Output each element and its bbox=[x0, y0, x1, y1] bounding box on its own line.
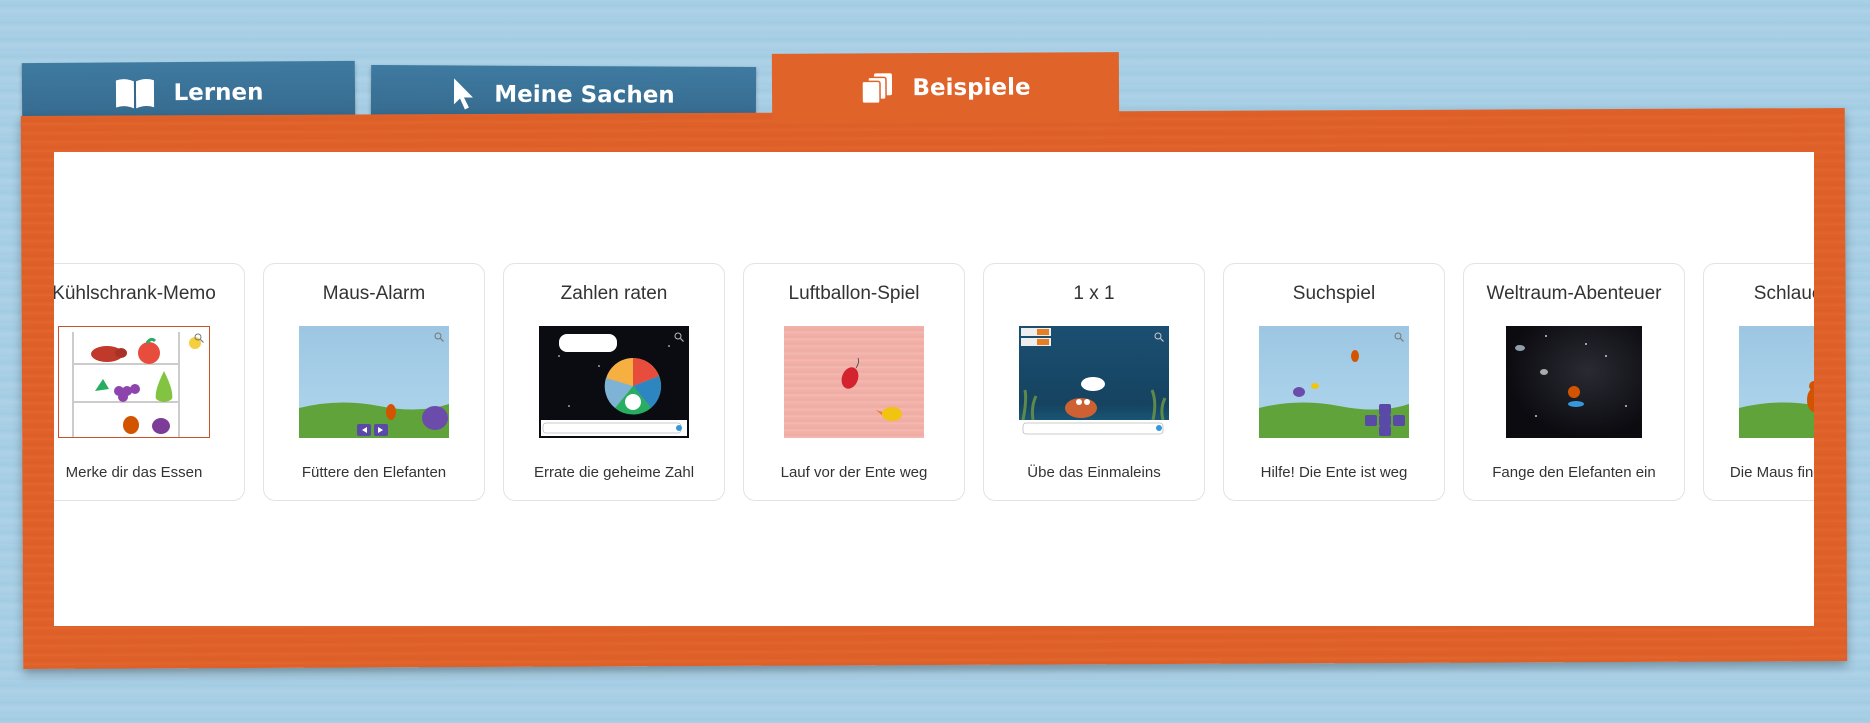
tab-label: Lernen bbox=[173, 79, 264, 107]
example-title: Luftballon-Spiel bbox=[788, 283, 920, 304]
example-title: Suchspiel bbox=[1292, 283, 1376, 304]
example-description: Merke dir das Essen bbox=[65, 464, 203, 481]
example-description: Übe das Einmaleins bbox=[1027, 464, 1161, 481]
example-card[interactable]: Schlaue Maus Die Maus findet den Weg bbox=[1703, 263, 1814, 501]
example-card[interactable]: 1 x 1 Übe das Einmaleins bbox=[983, 263, 1205, 501]
example-card[interactable]: Kühlschrank-Memo Merke dir das Essen bbox=[54, 263, 245, 501]
cursor-icon bbox=[452, 77, 476, 111]
example-card[interactable]: Luftballon-Spiel Lauf vor der Ente weg bbox=[743, 263, 965, 501]
zoom-icon[interactable] bbox=[434, 329, 444, 347]
example-title: 1 x 1 bbox=[1073, 283, 1115, 304]
example-thumbnail bbox=[58, 326, 210, 438]
example-description: Lauf vor der Ente weg bbox=[780, 464, 928, 481]
book-icon bbox=[113, 76, 155, 110]
example-thumbnail bbox=[539, 326, 689, 438]
example-thumbnail bbox=[1506, 326, 1642, 438]
tab-label: Beispiele bbox=[912, 74, 1031, 102]
pages-icon bbox=[860, 72, 894, 105]
example-card[interactable]: Suchspiel Hilfe! Die Ente ist weg bbox=[1223, 263, 1445, 501]
zoom-icon[interactable] bbox=[1154, 329, 1164, 347]
zoom-icon[interactable] bbox=[1394, 329, 1404, 347]
example-thumbnail bbox=[784, 326, 924, 438]
example-thumbnail bbox=[1259, 326, 1409, 438]
example-title: Weltraum-Abenteuer bbox=[1486, 283, 1662, 304]
example-description: Fange den Elefanten ein bbox=[1492, 464, 1656, 481]
zoom-icon[interactable] bbox=[194, 330, 204, 348]
tab-label: Meine Sachen bbox=[494, 81, 675, 109]
example-title: Schlaue Maus bbox=[1753, 283, 1814, 304]
example-thumbnail bbox=[1019, 326, 1169, 438]
example-description: Die Maus findet den Weg bbox=[1729, 464, 1814, 481]
example-title: Maus-Alarm bbox=[322, 283, 426, 304]
example-description: Füttere den Elefanten bbox=[301, 464, 447, 481]
example-card[interactable]: Maus-Alarm Füttere den Elefanten bbox=[263, 263, 485, 501]
zoom-icon[interactable] bbox=[674, 329, 684, 347]
tab-beispiele[interactable]: Beispiele bbox=[771, 52, 1120, 124]
example-description: Errate die geheime Zahl bbox=[533, 464, 695, 481]
example-card[interactable]: Weltraum-Abenteuer Fange den Elefanten e… bbox=[1463, 263, 1685, 501]
example-title: Kühlschrank-Memo bbox=[54, 283, 216, 304]
example-thumbnail bbox=[299, 326, 449, 438]
example-description: Hilfe! Die Ente ist weg bbox=[1260, 464, 1408, 481]
example-title: Zahlen raten bbox=[560, 283, 668, 304]
example-card[interactable]: Zahlen raten Errate die geheime Zahl bbox=[503, 263, 725, 501]
example-thumbnail bbox=[1739, 326, 1814, 438]
examples-carousel[interactable]: Kühlschrank-Memo Merke dir das Essen Mau… bbox=[54, 152, 1814, 626]
